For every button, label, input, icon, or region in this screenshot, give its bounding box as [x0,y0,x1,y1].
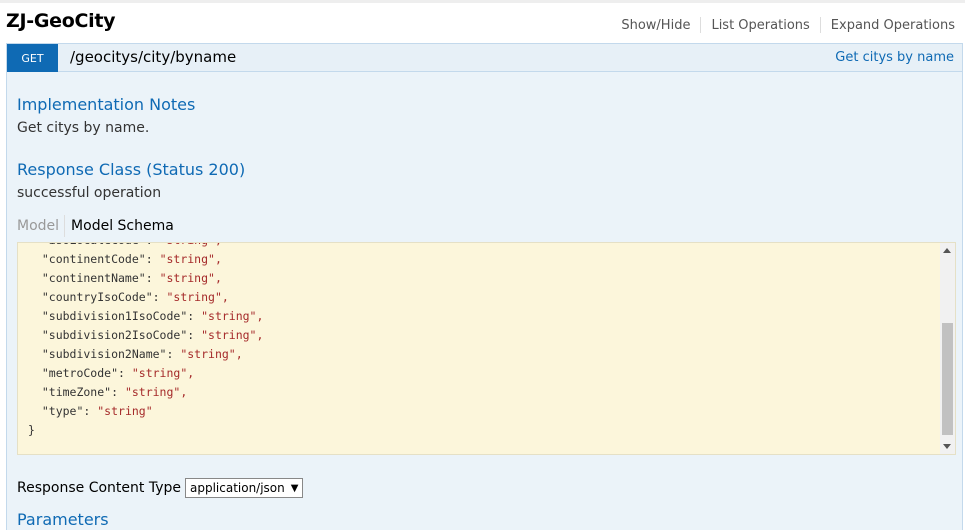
schema-value: "string", [201,309,264,323]
schema-key: "isoLocaleCode": [28,243,160,247]
response-content-type: Response Content Type application/json ▼ [17,478,304,498]
schema-value: "string", [131,366,195,380]
schema-key: "subdivision2IsoCode": [28,328,202,342]
schema-value: "string", [180,347,243,361]
api-title: ZJ-GeoCity [6,10,116,32]
tab-model-schema[interactable]: Model Schema [71,218,174,234]
model-tabs: Model Model Schema [17,215,174,237]
schema-line: "countryIsoCode": "string", [28,288,263,307]
schema-key: "subdivision1IsoCode": [28,309,202,323]
dropdown-arrow-icon: ▼ [290,482,299,494]
response-content-type-label: Response Content Type [17,480,181,496]
schema-value: "string", [124,385,188,399]
schema-code: "isoLocaleCode": "string", "continentCod… [28,243,264,440]
response-class-heading: Response Class (Status 200) [17,160,246,179]
schema-key: "countryIsoCode": [28,290,167,304]
parameters-heading: Parameters [17,510,109,529]
list-operations-link[interactable]: List Operations [701,18,819,33]
schema-key: "metroCode": [28,366,132,380]
schema-key: "subdivision2Name": [28,347,181,361]
implementation-notes-text: Get citys by name. [17,120,150,136]
schema-line: "subdivision2IsoCode": "string", [28,326,264,345]
schema-line: "metroCode": "string", [28,364,263,383]
response-content-type-select[interactable]: application/json ▼ [184,478,304,498]
select-value: application/json [189,481,285,495]
show-hide-link[interactable]: Show/Hide [611,18,700,33]
schema-line: "subdivision2Name": "string", [28,345,263,364]
schema-line: "type": "string" [28,402,263,421]
http-method-badge[interactable]: GET [7,44,58,72]
scroll-down-arrow-icon[interactable] [943,444,951,449]
model-schema-box[interactable]: "isoLocaleCode": "string", "continentCod… [17,242,956,455]
operation-heading[interactable]: GET /geocitys/city/byname Get citys by n… [6,43,963,72]
top-links: Show/Hide List Operations Expand Operati… [611,17,955,33]
schema-line: "subdivision1IsoCode": "string", [28,307,264,326]
schema-close-brace: } [28,423,35,437]
schema-line: "isoLocaleCode": "string", [28,243,263,250]
schema-value: "string", [159,271,222,285]
operation-content: Implementation Notes Get citys by name. … [6,72,963,530]
operation-summary[interactable]: Get citys by name [835,50,954,65]
scroll-up-arrow-icon[interactable] [943,248,951,253]
top-border [0,0,965,3]
schema-line: "continentCode": "string", [28,250,263,269]
schema-key: "timeZone": [28,385,125,399]
implementation-notes-heading: Implementation Notes [17,95,196,114]
schema-key: "type": [28,404,98,418]
operation-path[interactable]: /geocitys/city/byname [70,48,236,66]
schema-value: "string" [97,404,153,418]
schema-value: "string", [160,243,222,247]
scroll-thumb[interactable] [942,323,953,435]
divider [64,215,66,237]
expand-operations-link[interactable]: Expand Operations [821,18,955,33]
scrollbar[interactable] [940,243,955,454]
schema-value: "string", [166,290,229,304]
schema-line: "continentName": "string", [28,269,263,288]
schema-line: "timeZone": "string", [28,383,263,402]
schema-key: "continentCode": [28,252,160,266]
response-class-text: successful operation [17,185,162,201]
schema-key: "continentName": [28,271,160,285]
schema-value: "string", [201,328,264,342]
tab-model[interactable]: Model [17,218,64,234]
schema-value: "string", [159,252,222,266]
